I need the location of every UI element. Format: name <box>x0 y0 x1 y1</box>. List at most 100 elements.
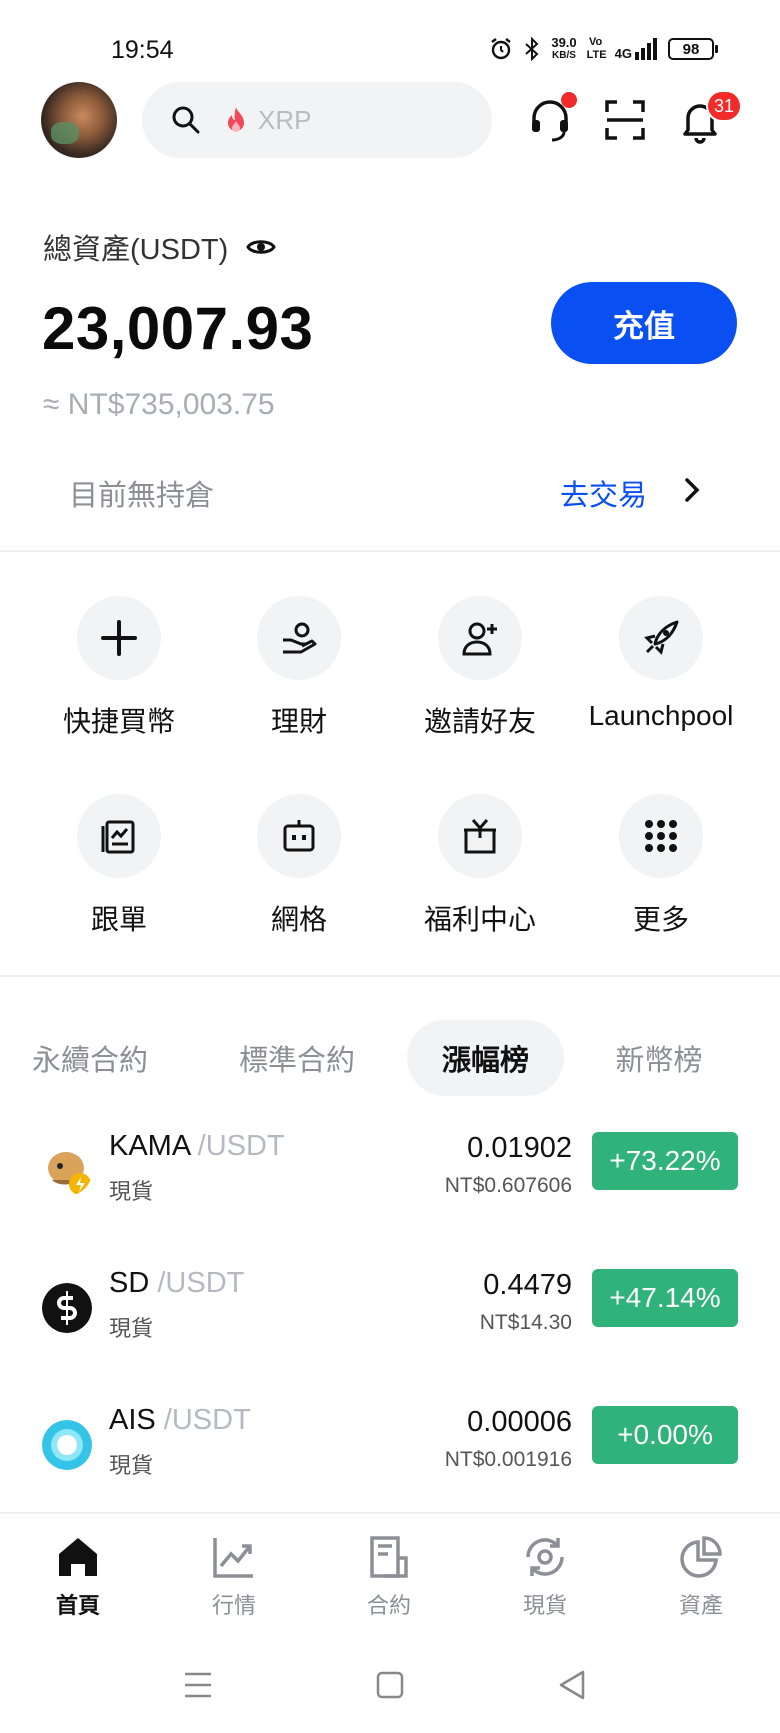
search-placeholder: XRP <box>258 104 312 135</box>
search-icon <box>172 106 200 134</box>
grid-dots-icon <box>645 820 677 852</box>
home-square-icon[interactable] <box>373 1668 407 1702</box>
coin-symbol: KAMA /USDT <box>109 1130 285 1162</box>
contract-icon <box>370 1536 408 1578</box>
net-speed: 39.0 KB/S <box>551 35 577 61</box>
coin-symbol: SD /USDT <box>109 1267 245 1299</box>
nav-spot[interactable]: 現貨 <box>485 1534 605 1620</box>
coin-market-type: 現貨 <box>109 1453 154 1478</box>
shortcut-label: 邀請好友 <box>423 706 536 737</box>
shortcut-earn[interactable]: 理財 <box>209 596 389 740</box>
nav-contracts[interactable]: 合約 <box>329 1534 449 1620</box>
system-nav-bar <box>0 1660 780 1710</box>
coin-change-badge: +47.14% <box>592 1269 738 1327</box>
shortcut-label: 更多 <box>632 904 689 935</box>
alarm-icon <box>491 38 512 60</box>
bluetooth-icon <box>525 37 539 61</box>
robot-icon <box>283 820 315 852</box>
shortcut-invite[interactable]: 邀請好友 <box>390 596 570 740</box>
nav-assets[interactable]: 資產 <box>641 1534 761 1620</box>
tab-perpetual[interactable]: 永續合約 <box>20 1020 160 1096</box>
spot-icon <box>526 1538 564 1576</box>
scan-icon[interactable] <box>601 96 649 144</box>
coin-market-type: 現貨 <box>109 1316 154 1341</box>
home-icon <box>59 1538 97 1576</box>
coin-symbol: AIS /USDT <box>109 1404 251 1436</box>
tab-gainers[interactable]: 漲幅榜 <box>407 1020 564 1096</box>
gift-box-icon <box>464 819 496 854</box>
shortcut-label: 網格 <box>270 904 327 935</box>
nav-label: 資產 <box>678 1593 723 1618</box>
shortcut-copy-trade[interactable]: 跟單 <box>29 794 209 938</box>
shortcut-label: 理財 <box>270 706 327 737</box>
shortcut-label: 福利中心 <box>423 904 536 935</box>
shortcut-label: 快捷買幣 <box>62 706 175 737</box>
bottom-nav: 首頁 行情 合約 現貨 資產 <box>0 1512 780 1632</box>
avatar[interactable] <box>41 82 117 158</box>
nav-markets[interactable]: 行情 <box>174 1534 294 1620</box>
shortcut-rewards[interactable]: 福利中心 <box>390 794 570 938</box>
nav-label: 行情 <box>211 1593 256 1618</box>
tab-standard[interactable]: 標準合約 <box>222 1020 372 1096</box>
hand-coin-icon <box>283 622 317 654</box>
coin-change-badge: +0.00% <box>592 1406 738 1464</box>
support-unread-dot <box>561 92 577 108</box>
rocket-icon <box>644 620 679 655</box>
copy-trade-icon <box>101 820 135 854</box>
signal-icon <box>635 38 657 60</box>
list-item[interactable]: AIS /USDT 現貨 0.00006 NT$0.001916 +0.00% <box>0 1392 780 1502</box>
list-item[interactable]: SD /USDT 現貨 0.4479 NT$14.30 +47.14% <box>0 1255 780 1365</box>
list-item[interactable]: KAMA /USDT 現貨 0.01902 NT$0.607606 +73.22… <box>0 1118 780 1228</box>
total-assets-fiat: ≈ NT$735,003.75 <box>43 388 275 421</box>
total-assets-value: 23,007.93 <box>42 295 314 362</box>
sd-logo-icon <box>42 1283 92 1333</box>
signal-indicator: 4G <box>615 38 658 60</box>
divider <box>0 550 780 552</box>
nav-label: 首頁 <box>55 1593 100 1618</box>
coin-fiat-price: NT$14.30 <box>479 1311 572 1334</box>
status-icons: 39.0 KB/S Vo LTE 4G 98 <box>489 36 718 62</box>
volte-indicator: Vo LTE <box>586 36 607 61</box>
shortcut-label: 跟單 <box>90 904 147 935</box>
kama-logo-icon <box>48 1152 91 1195</box>
tab-new-listings[interactable]: 新幣榜 <box>600 1020 718 1096</box>
battery-icon: 98 <box>668 38 718 60</box>
shortcut-quick-buy[interactable]: 快捷買幣 <box>29 596 209 740</box>
nav-label: 合約 <box>366 1593 411 1618</box>
market-tabs: 永續合約 標準合約 漲幅榜 新幣榜 <box>0 1020 780 1096</box>
total-assets-label: 總資產(USDT) <box>43 226 276 268</box>
no-positions-text: 目前無持倉 <box>69 480 215 512</box>
shortcut-launchpool[interactable]: Launchpool <box>571 596 751 732</box>
pie-icon <box>680 1536 722 1578</box>
coin-price: 0.00006 <box>467 1406 572 1438</box>
notification-badge: 31 <box>706 90 743 122</box>
shortcut-label: Launchpool <box>588 700 734 731</box>
chart-icon <box>213 1538 253 1578</box>
nav-home[interactable]: 首頁 <box>18 1534 138 1620</box>
eye-icon[interactable] <box>246 236 276 258</box>
deposit-button[interactable]: 充值 <box>551 282 737 364</box>
total-assets-label-text: 總資產(USDT) <box>43 234 229 266</box>
coin-price: 0.01902 <box>467 1132 572 1164</box>
status-time: 19:54 <box>111 36 174 64</box>
coin-price: 0.4479 <box>483 1269 572 1301</box>
top-header: XRP 31 <box>0 82 780 160</box>
chevron-right-icon[interactable] <box>682 476 702 504</box>
fire-icon <box>228 107 244 132</box>
back-icon[interactable] <box>555 1668 589 1702</box>
nav-label: 現貨 <box>522 1593 567 1618</box>
coin-market-type: 現貨 <box>109 1179 154 1204</box>
coin-fiat-price: NT$0.607606 <box>444 1174 572 1197</box>
search-input[interactable]: XRP <box>142 82 492 158</box>
plus-icon <box>101 620 137 656</box>
ais-logo-icon <box>42 1420 92 1470</box>
positions-row: 目前無持倉 去交易 <box>0 460 780 520</box>
coin-fiat-price: NT$0.001916 <box>444 1448 572 1471</box>
shortcut-more[interactable]: 更多 <box>571 794 751 938</box>
divider <box>0 975 780 977</box>
menu-icon[interactable] <box>181 1668 215 1702</box>
go-trade-link[interactable]: 去交易 <box>560 472 647 514</box>
add-user-icon <box>462 622 497 656</box>
status-bar: 19:54 39.0 KB/S Vo LTE 4G 98 <box>0 0 780 80</box>
shortcut-grid-bot[interactable]: 網格 <box>209 794 389 938</box>
